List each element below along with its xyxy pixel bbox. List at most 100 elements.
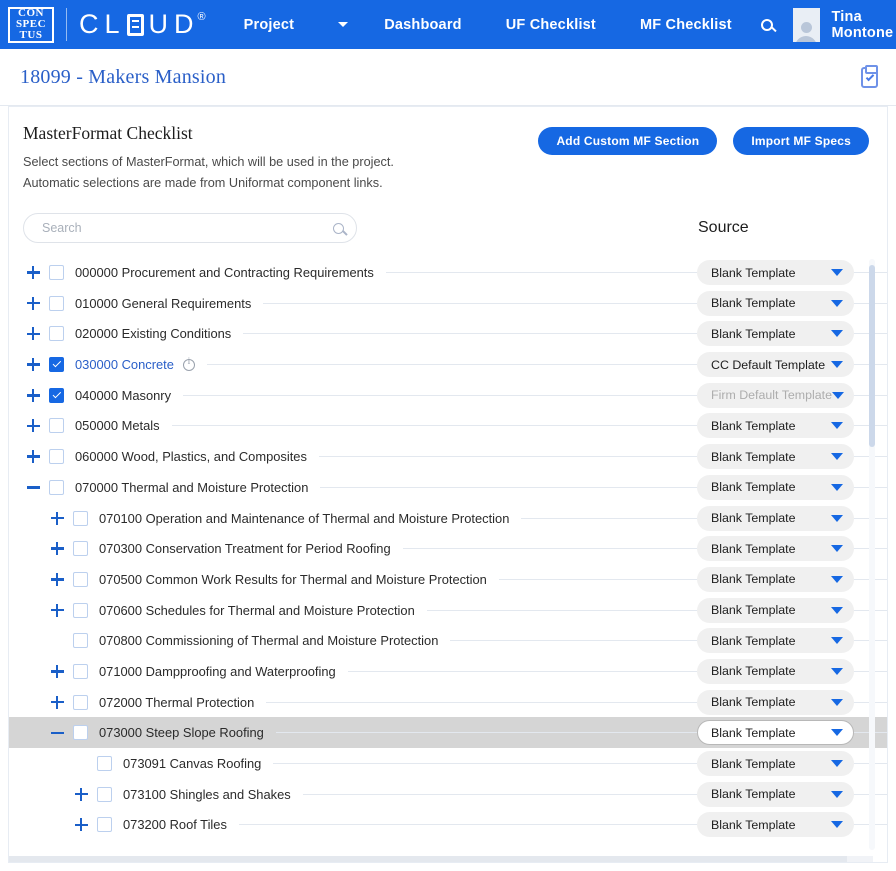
section-checkbox[interactable] (73, 694, 88, 710)
chevron-down-icon[interactable] (831, 575, 843, 583)
chevron-down-icon[interactable] (831, 299, 843, 307)
source-dropdown[interactable]: Blank Template (697, 751, 854, 776)
section-checkbox[interactable] (49, 387, 64, 403)
expand-toggle-icon[interactable] (47, 508, 67, 528)
section-checkbox[interactable] (49, 479, 64, 495)
source-dropdown-value: CC Default Template (711, 357, 826, 372)
user-name-label[interactable]: Tina Montone (832, 9, 896, 41)
section-checkbox[interactable] (73, 541, 88, 557)
expand-toggle-icon[interactable] (23, 263, 43, 283)
section-checkbox[interactable] (73, 510, 88, 526)
expand-toggle-icon[interactable] (47, 539, 67, 559)
chevron-down-icon[interactable] (831, 422, 843, 430)
search-input[interactable] (40, 220, 333, 237)
section-checkbox[interactable] (73, 571, 88, 587)
chevron-down-icon[interactable] (831, 790, 843, 798)
source-dropdown[interactable]: Firm Default Template (697, 382, 854, 408)
chevron-down-icon[interactable] (831, 667, 843, 675)
section-checkbox[interactable] (73, 663, 88, 679)
source-dropdown[interactable]: Blank Template (697, 413, 854, 439)
expand-toggle-icon[interactable] (23, 293, 43, 313)
source-dropdown[interactable]: Blank Template (697, 628, 854, 654)
import-mf-specs-button[interactable]: Import MF Specs (733, 127, 869, 155)
horizontal-scrollbar-track[interactable] (9, 856, 873, 862)
clipboard-check-icon[interactable] (861, 64, 878, 88)
chevron-down-icon[interactable] (831, 330, 843, 338)
source-dropdown[interactable]: Blank Template (697, 658, 854, 684)
expand-toggle-icon[interactable] (23, 324, 43, 344)
section-checkbox[interactable] (49, 418, 64, 434)
chevron-down-icon[interactable] (831, 361, 843, 369)
chevron-down-icon[interactable] (831, 391, 844, 399)
section-checkbox[interactable] (73, 725, 88, 741)
source-dropdown[interactable]: Blank Template (697, 597, 854, 623)
section-checkbox[interactable] (97, 817, 112, 833)
chevron-down-icon[interactable] (831, 606, 843, 614)
section-label[interactable]: 030000 Concrete (75, 357, 174, 372)
chevron-down-icon[interactable] (831, 821, 843, 829)
collapse-toggle-icon[interactable] (47, 723, 67, 743)
nav-item-mf-checklist[interactable]: MF Checklist (618, 0, 754, 49)
section-checkbox[interactable] (49, 357, 64, 373)
chevron-down-icon[interactable] (831, 483, 843, 491)
search-box[interactable] (23, 213, 357, 244)
source-dropdown[interactable]: Blank Template (697, 689, 854, 715)
section-checkbox[interactable] (49, 295, 64, 311)
expand-toggle-icon[interactable] (47, 661, 67, 681)
source-dropdown[interactable]: Blank Template (697, 505, 854, 531)
source-dropdown[interactable]: CC Default Template (697, 352, 854, 378)
search-icon[interactable] (333, 222, 344, 234)
section-checkbox[interactable] (49, 449, 64, 465)
source-dropdown[interactable]: Blank Template (697, 260, 854, 285)
source-dropdown[interactable]: Blank Template (697, 812, 854, 838)
section-label: 072000 Thermal Protection (99, 694, 255, 710)
source-dropdown[interactable]: Blank Template (697, 474, 854, 500)
section-checkbox[interactable] (97, 756, 112, 771)
nav-item-uf-checklist[interactable]: UF Checklist (484, 0, 618, 49)
section-label: 000000 Procurement and Contracting Requi… (75, 265, 374, 280)
source-dropdown[interactable]: Blank Template (697, 444, 854, 470)
chevron-down-icon[interactable] (831, 453, 843, 461)
page-title: 18099 - Makers Mansion (20, 65, 227, 88)
section-checkbox[interactable] (73, 633, 88, 649)
chevron-down-icon[interactable] (831, 760, 843, 767)
chevron-down-icon[interactable] (831, 545, 843, 553)
section-checkbox[interactable] (73, 602, 88, 618)
source-dropdown[interactable]: Blank Template (697, 566, 854, 592)
add-custom-mf-section-button[interactable]: Add Custom MF Section (538, 127, 718, 155)
expand-toggle-icon[interactable] (23, 385, 43, 405)
collapse-toggle-icon[interactable] (23, 477, 43, 497)
expand-toggle-icon[interactable] (47, 569, 67, 589)
expand-toggle-icon[interactable] (23, 447, 43, 467)
section-checkbox[interactable] (49, 265, 64, 280)
chevron-down-icon[interactable] (831, 269, 843, 276)
expand-toggle-icon[interactable] (71, 784, 91, 804)
source-dropdown[interactable]: Blank Template (697, 321, 854, 347)
expand-toggle-icon[interactable] (47, 600, 67, 620)
section-checkbox[interactable] (49, 326, 64, 342)
source-dropdown-value: Blank Template (711, 603, 796, 618)
nav-item-dashboard[interactable]: Dashboard (362, 0, 484, 49)
source-dropdown[interactable]: Blank Template (697, 781, 854, 807)
vertical-scrollbar-thumb[interactable] (869, 265, 875, 448)
avatar[interactable] (792, 7, 820, 42)
info-icon[interactable] (182, 357, 195, 371)
nav-project-selector[interactable]: Project (222, 0, 363, 49)
horizontal-scrollbar-thumb[interactable] (9, 856, 848, 862)
source-dropdown[interactable]: Blank Template (697, 536, 854, 562)
app-logo[interactable]: CON SPEC TUS CL UD ® (0, 0, 222, 49)
chevron-down-icon[interactable] (831, 729, 843, 737)
expand-toggle-icon[interactable] (23, 416, 43, 436)
source-dropdown[interactable]: Blank Template (697, 720, 854, 746)
chevron-down-icon[interactable] (831, 698, 843, 706)
search-icon[interactable] (754, 8, 781, 42)
source-dropdown[interactable]: Blank Template (697, 290, 854, 316)
chevron-down-icon[interactable] (831, 514, 843, 522)
expand-toggle-icon[interactable] (23, 355, 43, 375)
expand-toggle-icon[interactable] (71, 815, 91, 835)
expand-toggle-icon[interactable] (47, 692, 67, 712)
chevron-down-icon[interactable] (831, 637, 843, 645)
toggle-placeholder (71, 754, 91, 774)
vertical-scrollbar-track[interactable] (869, 259, 875, 850)
section-checkbox[interactable] (97, 786, 112, 802)
